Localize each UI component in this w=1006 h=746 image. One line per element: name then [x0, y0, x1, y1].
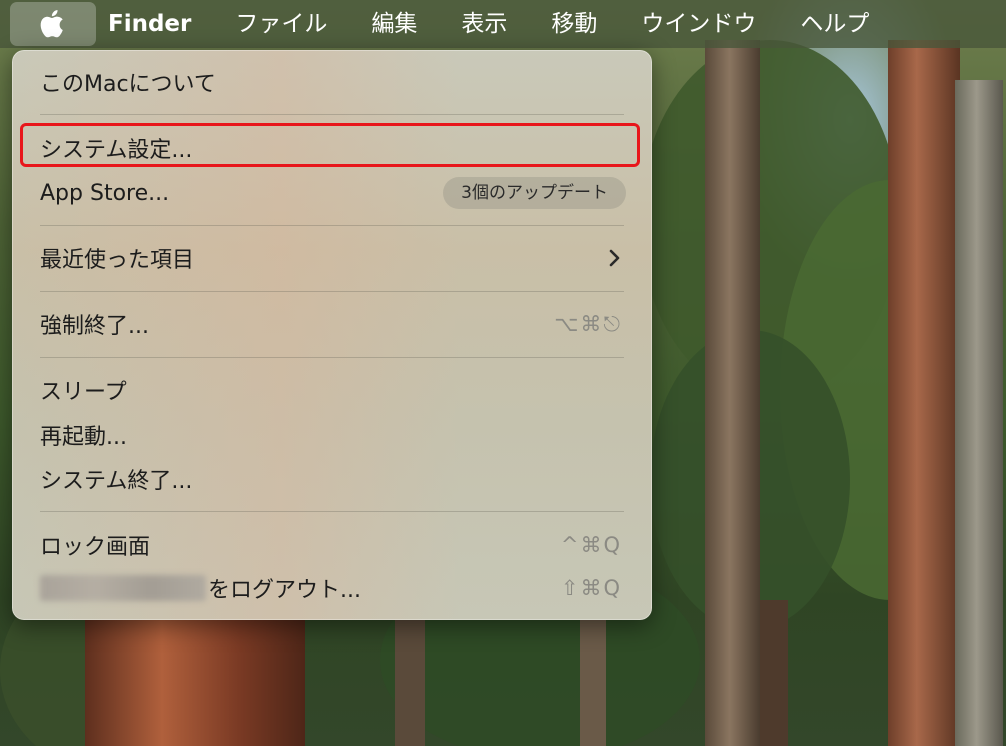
- updates-badge: 3個のアップデート: [443, 177, 626, 209]
- menubar-file[interactable]: ファイル: [213, 2, 349, 46]
- menu-item-label: このMacについて: [40, 72, 216, 97]
- keyboard-shortcut: ⌥⌘⎋: [554, 311, 622, 336]
- menubar-go[interactable]: 移動: [529, 2, 619, 46]
- apple-logo-icon: [40, 10, 63, 38]
- menu-item-label: 再起動...: [40, 425, 127, 450]
- menu-item-label: スリープ: [40, 380, 127, 405]
- menu-separator: [40, 511, 624, 512]
- blurred-username: [40, 575, 206, 601]
- menubar-view[interactable]: 表示: [439, 2, 529, 46]
- menu-separator: [40, 114, 624, 115]
- menubar-edit[interactable]: 編集: [349, 2, 439, 46]
- menu-item-label: システム終了...: [40, 469, 193, 494]
- keyboard-shortcut: ⇧⌘Q: [560, 576, 622, 600]
- menu-item-label: App Store...: [40, 180, 170, 206]
- menu-bar: Finder ファイル 編集 表示 移動 ウインドウ ヘルプ: [0, 0, 1006, 48]
- red-highlight-box: [20, 123, 640, 167]
- menu-item-lock-screen[interactable]: ロック画面 ^⌘Q: [12, 523, 652, 567]
- menu-item-app-store[interactable]: App Store... 3個のアップデート: [12, 171, 652, 215]
- menu-item-log-out[interactable]: をログアウト... ⇧⌘Q: [12, 566, 652, 610]
- menu-item-label: をログアウト...: [40, 572, 361, 604]
- menu-separator: [40, 357, 624, 358]
- log-out-text: をログアウト...: [208, 578, 361, 603]
- menubar-app-finder[interactable]: Finder: [96, 2, 213, 46]
- menu-item-label: ロック画面: [40, 535, 151, 560]
- menu-separator: [40, 291, 624, 292]
- menu-item-label: 強制終了...: [40, 314, 149, 339]
- keyboard-shortcut: ^⌘Q: [560, 533, 622, 557]
- chevron-right-icon: [609, 249, 620, 267]
- menu-item-recent-items[interactable]: 最近使った項目: [12, 236, 652, 280]
- menubar-window[interactable]: ウインドウ: [619, 2, 778, 46]
- menu-item-about-this-mac[interactable]: このMacについて: [12, 60, 652, 104]
- menu-item-shut-down[interactable]: システム終了...: [12, 457, 652, 501]
- apple-dropdown-menu: このMacについて システム設定... App Store... 3個のアップデ…: [12, 50, 652, 620]
- menu-item-force-quit[interactable]: 強制終了... ⌥⌘⎋: [12, 302, 652, 346]
- menu-item-restart[interactable]: 再起動...: [12, 413, 652, 457]
- menu-item-sleep[interactable]: スリープ: [12, 368, 652, 412]
- apple-menu-button[interactable]: [10, 2, 96, 46]
- menu-item-label: 最近使った項目: [40, 248, 195, 273]
- menu-separator: [40, 225, 624, 226]
- menubar-help[interactable]: ヘルプ: [778, 2, 891, 46]
